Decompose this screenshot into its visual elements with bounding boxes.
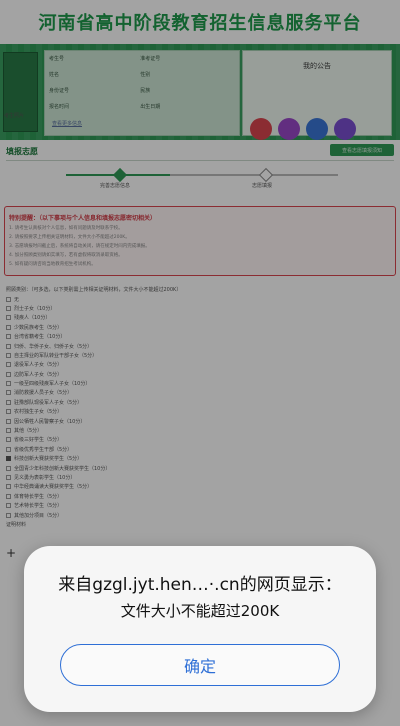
dialog-source: 来自gzgl.jyt.hen…·.cn的网页显示：: [58, 575, 342, 595]
dialog-message: 文件大小不能超过200K: [120, 602, 280, 620]
web-page: 河南省高中阶段教育招生信息服务平台 考生号 准考证号 姓名 性别 身份证号 民族: [0, 0, 400, 726]
alert-dialog: 来自gzgl.jyt.hen…·.cn的网页显示： 文件大小不能超过200K 确…: [24, 546, 376, 712]
confirm-button[interactable]: 确定: [60, 644, 340, 686]
